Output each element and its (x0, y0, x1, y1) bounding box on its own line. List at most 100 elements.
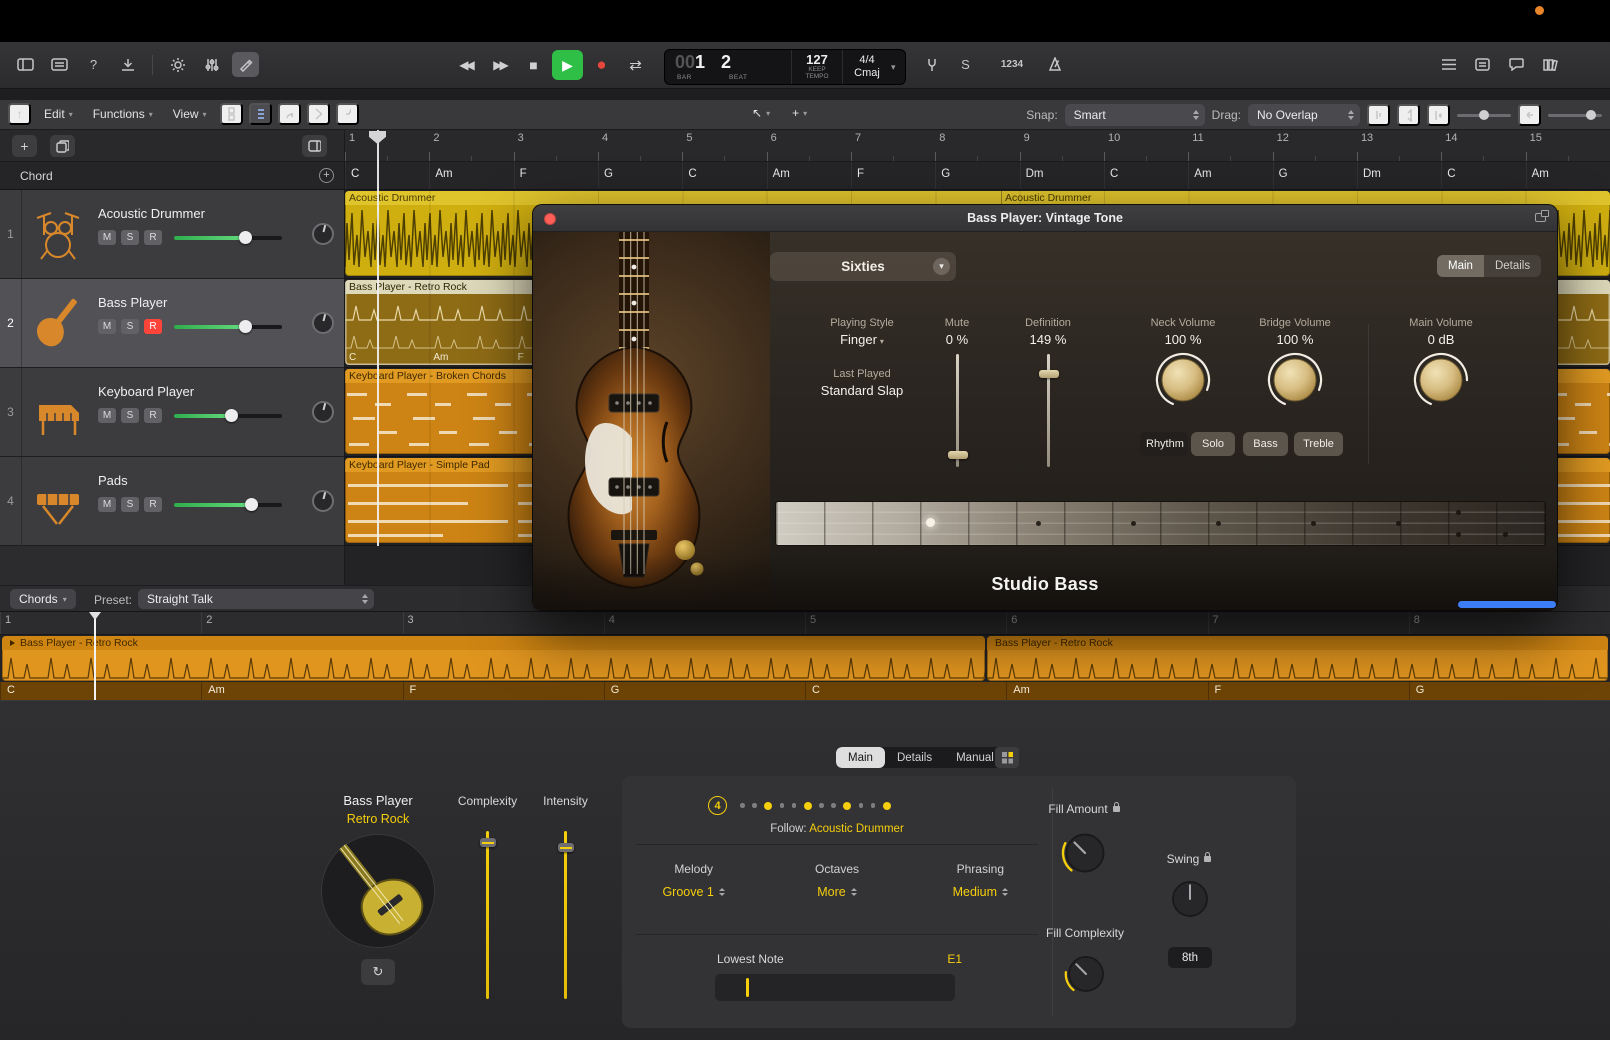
edit-menu[interactable]: Edit▾ (37, 104, 80, 124)
note-pads-icon[interactable] (1469, 52, 1496, 77)
ruler-bar-cell[interactable]: 1 (345, 130, 429, 161)
export-icon[interactable]: ↑ (8, 103, 31, 125)
track-header[interactable]: 1 Acoustic Drummer M S R (0, 190, 345, 279)
pattern-dot[interactable] (843, 802, 851, 810)
list-view-icon[interactable] (249, 103, 272, 125)
drag-select[interactable]: No Overlap (1248, 104, 1360, 126)
overview-bar-cell[interactable]: 6 (1006, 612, 1207, 634)
horizontal-zoom-slider[interactable] (1548, 114, 1602, 117)
mute-button[interactable]: M (98, 319, 116, 334)
pattern-dot[interactable] (804, 802, 812, 810)
playing-style-param[interactable]: Playing Style Finger▾ (830, 317, 894, 347)
swing-grid-button[interactable]: 8th (1168, 947, 1212, 968)
pan-knob[interactable] (312, 490, 334, 512)
pattern-dot[interactable] (792, 803, 797, 808)
track-name[interactable]: Acoustic Drummer (98, 206, 302, 221)
zoom-arrows-icon[interactable] (1518, 104, 1541, 126)
chord-cell[interactable]: Am (1526, 162, 1610, 189)
player-avatar[interactable] (321, 834, 435, 948)
overview-region-2[interactable]: Bass Player - Retro Rock (987, 636, 1608, 681)
slider-handle[interactable] (1039, 370, 1059, 378)
slider-handle[interactable] (948, 451, 968, 459)
neck-volume-knob[interactable] (1153, 350, 1213, 410)
ruler-bar-cell[interactable]: 13 (1357, 130, 1441, 161)
chord-cell[interactable]: Dm (1357, 162, 1441, 189)
ruler-bar-cell[interactable]: 12 (1273, 130, 1357, 161)
dim-icon[interactable] (164, 52, 191, 77)
overview-bar-cell[interactable]: 2 (201, 612, 402, 634)
ruler-bar-numbers[interactable]: 123456789101112131415 (345, 130, 1610, 161)
chord-cell[interactable]: G (935, 162, 1019, 189)
tab-main[interactable]: Main (836, 747, 885, 768)
volume-slider[interactable] (174, 236, 282, 240)
melody-param[interactable]: Melody Groove 1 (622, 862, 765, 901)
solo-button[interactable]: S (121, 319, 139, 334)
melody-value[interactable]: Groove 1 (662, 885, 713, 899)
playing-style-value[interactable]: Finger (840, 332, 877, 347)
solo-mode-icon[interactable]: S (952, 52, 979, 77)
chord-cell[interactable]: C (1441, 162, 1525, 189)
automation-icon[interactable] (278, 103, 301, 125)
add-chord-icon[interactable]: + (319, 168, 334, 183)
volume-slider[interactable] (174, 503, 282, 507)
inspector-toggle-icon[interactable] (46, 52, 73, 77)
chord-cell[interactable]: Am (1188, 162, 1272, 189)
chevron-down-icon[interactable]: ▾ (933, 258, 950, 275)
lcd-display[interactable]: 0012 BAR BEAT 127 KEEP TEMPO 4/4 Cmaj ▾ (664, 49, 906, 85)
track-header-config-button[interactable] (302, 135, 327, 157)
lcd-chevron-icon[interactable]: ▾ (891, 50, 905, 84)
record-enable-button[interactable]: R (144, 230, 162, 245)
count-in-button[interactable]: 1234 (995, 52, 1029, 77)
fretboard-display[interactable] (775, 501, 1546, 546)
rhythm-pickup-button[interactable]: Rhythm (1140, 432, 1188, 456)
chords-menu-button[interactable]: Chords▾ (10, 589, 76, 609)
marquee-icon[interactable] (307, 103, 330, 125)
refresh-player-button[interactable]: ↻ (361, 959, 395, 985)
solo-pickup-button[interactable]: Solo (1191, 432, 1235, 456)
octaves-param[interactable]: Octaves More (765, 862, 908, 901)
definition-slider[interactable] (1047, 354, 1050, 467)
solo-button[interactable]: S (121, 230, 139, 245)
pattern-dot[interactable] (831, 803, 836, 808)
lock-icon[interactable] (1204, 856, 1211, 862)
mute-button[interactable]: M (98, 497, 116, 512)
chat-icon[interactable] (1503, 52, 1530, 77)
record-button[interactable]: ● (586, 50, 617, 80)
tuner-icon[interactable] (918, 52, 945, 77)
pattern-grid-icon[interactable] (995, 747, 1019, 768)
vertical-zoom-icon[interactable] (1397, 104, 1420, 126)
overview-region-1[interactable]: Bass Player - Retro Rock (2, 636, 985, 681)
stop-button[interactable]: ■ (518, 50, 549, 80)
mute-slider[interactable] (956, 354, 959, 467)
play-button[interactable]: ▶ (552, 50, 583, 80)
volume-knob[interactable] (225, 409, 238, 422)
ruler-bar-cell[interactable]: 7 (851, 130, 935, 161)
ruler-bar-cell[interactable]: 5 (682, 130, 766, 161)
swing-knob[interactable] (1167, 876, 1213, 922)
chord-cell[interactable]: C (1104, 162, 1188, 189)
metronome-icon[interactable] (1041, 52, 1068, 77)
pattern-number-badge[interactable]: 4 (708, 796, 727, 815)
overview-bar-cell[interactable]: 3 (403, 612, 604, 634)
ruler-bar-cell[interactable]: 15 (1526, 130, 1610, 161)
overview-playhead-marker[interactable] (89, 612, 101, 620)
slider-handle[interactable] (1479, 110, 1489, 120)
record-enable-button[interactable]: R (144, 319, 162, 334)
volume-knob[interactable] (239, 231, 252, 244)
slider-handle[interactable] (1586, 110, 1596, 120)
record-enable-button[interactable]: R (144, 497, 162, 512)
pan-knob[interactable] (312, 312, 334, 334)
ruler-bar-cell[interactable]: 8 (935, 130, 1019, 161)
rewind-button[interactable]: ◀◀ (450, 50, 481, 80)
library-toggle-icon[interactable] (12, 52, 39, 77)
pattern-dot[interactable] (871, 803, 876, 808)
pattern-dot[interactable] (780, 803, 785, 808)
playhead[interactable] (377, 130, 379, 546)
bridge-volume-knob[interactable] (1265, 350, 1325, 410)
track-name[interactable]: Pads (98, 473, 302, 488)
vertical-zoom-slider[interactable] (1457, 114, 1511, 117)
volume-knob[interactable] (239, 320, 252, 333)
import-icon[interactable] (114, 52, 141, 77)
chord-cell[interactable]: G (1273, 162, 1357, 189)
view-menu[interactable]: View▾ (166, 104, 214, 124)
